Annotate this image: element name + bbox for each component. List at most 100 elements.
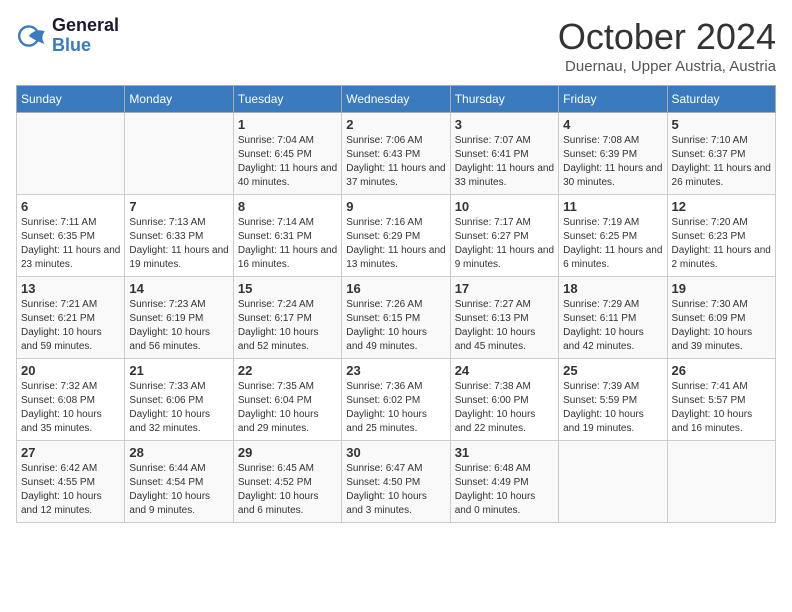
cell-info: Sunrise: 7:24 AMSunset: 6:17 PMDaylight:… bbox=[238, 299, 319, 352]
cell-date: 6 bbox=[21, 199, 120, 214]
logo-line2: Blue bbox=[52, 36, 119, 56]
calendar-cell: 4 Sunrise: 7:08 AMSunset: 6:39 PMDayligh… bbox=[559, 113, 667, 195]
col-thursday: Thursday bbox=[450, 86, 558, 113]
calendar-cell: 27 Sunrise: 6:42 AMSunset: 4:55 PMDaylig… bbox=[17, 441, 125, 523]
calendar-cell: 20 Sunrise: 7:32 AMSunset: 6:08 PMDaylig… bbox=[17, 359, 125, 441]
cell-info: Sunrise: 7:30 AMSunset: 6:09 PMDaylight:… bbox=[672, 299, 753, 352]
cell-date: 15 bbox=[238, 281, 337, 296]
calendar-cell: 17 Sunrise: 7:27 AMSunset: 6:13 PMDaylig… bbox=[450, 277, 558, 359]
cell-date: 20 bbox=[21, 363, 120, 378]
cell-info: Sunrise: 7:06 AMSunset: 6:43 PMDaylight:… bbox=[346, 135, 445, 188]
calendar-cell: 15 Sunrise: 7:24 AMSunset: 6:17 PMDaylig… bbox=[233, 277, 341, 359]
col-wednesday: Wednesday bbox=[342, 86, 450, 113]
cell-date: 7 bbox=[129, 199, 228, 214]
cell-date: 11 bbox=[563, 199, 662, 214]
cell-info: Sunrise: 7:26 AMSunset: 6:15 PMDaylight:… bbox=[346, 299, 427, 352]
cell-date: 4 bbox=[563, 117, 662, 132]
cell-info: Sunrise: 7:23 AMSunset: 6:19 PMDaylight:… bbox=[129, 299, 210, 352]
cell-date: 13 bbox=[21, 281, 120, 296]
cell-date: 16 bbox=[346, 281, 445, 296]
calendar-cell: 11 Sunrise: 7:19 AMSunset: 6:25 PMDaylig… bbox=[559, 195, 667, 277]
calendar-cell: 1 Sunrise: 7:04 AMSunset: 6:45 PMDayligh… bbox=[233, 113, 341, 195]
col-saturday: Saturday bbox=[667, 86, 775, 113]
calendar-week-row: 20 Sunrise: 7:32 AMSunset: 6:08 PMDaylig… bbox=[17, 359, 776, 441]
cell-date: 30 bbox=[346, 445, 445, 460]
cell-date: 1 bbox=[238, 117, 337, 132]
calendar-header: Sunday Monday Tuesday Wednesday Thursday… bbox=[17, 86, 776, 113]
calendar-week-row: 13 Sunrise: 7:21 AMSunset: 6:21 PMDaylig… bbox=[17, 277, 776, 359]
cell-info: Sunrise: 7:10 AMSunset: 6:37 PMDaylight:… bbox=[672, 135, 771, 188]
cell-info: Sunrise: 7:39 AMSunset: 5:59 PMDaylight:… bbox=[563, 381, 644, 434]
calendar-cell: 14 Sunrise: 7:23 AMSunset: 6:19 PMDaylig… bbox=[125, 277, 233, 359]
calendar-week-row: 1 Sunrise: 7:04 AMSunset: 6:45 PMDayligh… bbox=[17, 113, 776, 195]
calendar-cell: 3 Sunrise: 7:07 AMSunset: 6:41 PMDayligh… bbox=[450, 113, 558, 195]
cell-date: 14 bbox=[129, 281, 228, 296]
calendar-body: 1 Sunrise: 7:04 AMSunset: 6:45 PMDayligh… bbox=[17, 113, 776, 523]
calendar-cell: 5 Sunrise: 7:10 AMSunset: 6:37 PMDayligh… bbox=[667, 113, 775, 195]
calendar-cell: 26 Sunrise: 7:41 AMSunset: 5:57 PMDaylig… bbox=[667, 359, 775, 441]
cell-info: Sunrise: 7:27 AMSunset: 6:13 PMDaylight:… bbox=[455, 299, 536, 352]
header-row: Sunday Monday Tuesday Wednesday Thursday… bbox=[17, 86, 776, 113]
col-monday: Monday bbox=[125, 86, 233, 113]
cell-date: 5 bbox=[672, 117, 771, 132]
cell-date: 18 bbox=[563, 281, 662, 296]
cell-info: Sunrise: 6:45 AMSunset: 4:52 PMDaylight:… bbox=[238, 463, 319, 516]
calendar-cell: 13 Sunrise: 7:21 AMSunset: 6:21 PMDaylig… bbox=[17, 277, 125, 359]
calendar-cell bbox=[125, 113, 233, 195]
cell-info: Sunrise: 7:16 AMSunset: 6:29 PMDaylight:… bbox=[346, 217, 445, 270]
cell-info: Sunrise: 7:14 AMSunset: 6:31 PMDaylight:… bbox=[238, 217, 337, 270]
page-header: General Blue October 2024 Duernau, Upper… bbox=[16, 16, 776, 75]
cell-info: Sunrise: 7:07 AMSunset: 6:41 PMDaylight:… bbox=[455, 135, 554, 188]
title-area: October 2024 Duernau, Upper Austria, Aus… bbox=[558, 16, 776, 75]
cell-date: 8 bbox=[238, 199, 337, 214]
calendar-cell: 8 Sunrise: 7:14 AMSunset: 6:31 PMDayligh… bbox=[233, 195, 341, 277]
calendar-cell: 25 Sunrise: 7:39 AMSunset: 5:59 PMDaylig… bbox=[559, 359, 667, 441]
calendar-cell: 16 Sunrise: 7:26 AMSunset: 6:15 PMDaylig… bbox=[342, 277, 450, 359]
cell-info: Sunrise: 6:44 AMSunset: 4:54 PMDaylight:… bbox=[129, 463, 210, 516]
cell-info: Sunrise: 7:36 AMSunset: 6:02 PMDaylight:… bbox=[346, 381, 427, 434]
calendar-table: Sunday Monday Tuesday Wednesday Thursday… bbox=[16, 85, 776, 523]
cell-info: Sunrise: 7:32 AMSunset: 6:08 PMDaylight:… bbox=[21, 381, 102, 434]
calendar-cell: 9 Sunrise: 7:16 AMSunset: 6:29 PMDayligh… bbox=[342, 195, 450, 277]
cell-date: 17 bbox=[455, 281, 554, 296]
calendar-cell: 28 Sunrise: 6:44 AMSunset: 4:54 PMDaylig… bbox=[125, 441, 233, 523]
cell-date: 24 bbox=[455, 363, 554, 378]
cell-info: Sunrise: 7:21 AMSunset: 6:21 PMDaylight:… bbox=[21, 299, 102, 352]
month-title: October 2024 bbox=[558, 16, 776, 58]
cell-date: 31 bbox=[455, 445, 554, 460]
calendar-cell: 29 Sunrise: 6:45 AMSunset: 4:52 PMDaylig… bbox=[233, 441, 341, 523]
cell-date: 27 bbox=[21, 445, 120, 460]
calendar-cell: 22 Sunrise: 7:35 AMSunset: 6:04 PMDaylig… bbox=[233, 359, 341, 441]
cell-info: Sunrise: 7:41 AMSunset: 5:57 PMDaylight:… bbox=[672, 381, 753, 434]
calendar-cell: 10 Sunrise: 7:17 AMSunset: 6:27 PMDaylig… bbox=[450, 195, 558, 277]
cell-info: Sunrise: 7:13 AMSunset: 6:33 PMDaylight:… bbox=[129, 217, 228, 270]
cell-date: 2 bbox=[346, 117, 445, 132]
cell-info: Sunrise: 7:11 AMSunset: 6:35 PMDaylight:… bbox=[21, 217, 120, 270]
cell-date: 10 bbox=[455, 199, 554, 214]
col-friday: Friday bbox=[559, 86, 667, 113]
calendar-cell: 2 Sunrise: 7:06 AMSunset: 6:43 PMDayligh… bbox=[342, 113, 450, 195]
cell-info: Sunrise: 7:08 AMSunset: 6:39 PMDaylight:… bbox=[563, 135, 662, 188]
cell-info: Sunrise: 6:47 AMSunset: 4:50 PMDaylight:… bbox=[346, 463, 427, 516]
calendar-week-row: 6 Sunrise: 7:11 AMSunset: 6:35 PMDayligh… bbox=[17, 195, 776, 277]
col-tuesday: Tuesday bbox=[233, 86, 341, 113]
calendar-cell: 19 Sunrise: 7:30 AMSunset: 6:09 PMDaylig… bbox=[667, 277, 775, 359]
cell-date: 25 bbox=[563, 363, 662, 378]
calendar-cell: 24 Sunrise: 7:38 AMSunset: 6:00 PMDaylig… bbox=[450, 359, 558, 441]
calendar-cell: 21 Sunrise: 7:33 AMSunset: 6:06 PMDaylig… bbox=[125, 359, 233, 441]
calendar-cell: 18 Sunrise: 7:29 AMSunset: 6:11 PMDaylig… bbox=[559, 277, 667, 359]
calendar-cell: 6 Sunrise: 7:11 AMSunset: 6:35 PMDayligh… bbox=[17, 195, 125, 277]
location-subtitle: Duernau, Upper Austria, Austria bbox=[558, 58, 776, 75]
cell-date: 12 bbox=[672, 199, 771, 214]
cell-date: 29 bbox=[238, 445, 337, 460]
cell-date: 19 bbox=[672, 281, 771, 296]
calendar-cell: 31 Sunrise: 6:48 AMSunset: 4:49 PMDaylig… bbox=[450, 441, 558, 523]
calendar-cell: 23 Sunrise: 7:36 AMSunset: 6:02 PMDaylig… bbox=[342, 359, 450, 441]
calendar-cell bbox=[17, 113, 125, 195]
logo-icon bbox=[16, 20, 48, 52]
cell-info: Sunrise: 6:42 AMSunset: 4:55 PMDaylight:… bbox=[21, 463, 102, 516]
cell-date: 22 bbox=[238, 363, 337, 378]
cell-info: Sunrise: 7:38 AMSunset: 6:00 PMDaylight:… bbox=[455, 381, 536, 434]
cell-date: 23 bbox=[346, 363, 445, 378]
calendar-cell: 30 Sunrise: 6:47 AMSunset: 4:50 PMDaylig… bbox=[342, 441, 450, 523]
